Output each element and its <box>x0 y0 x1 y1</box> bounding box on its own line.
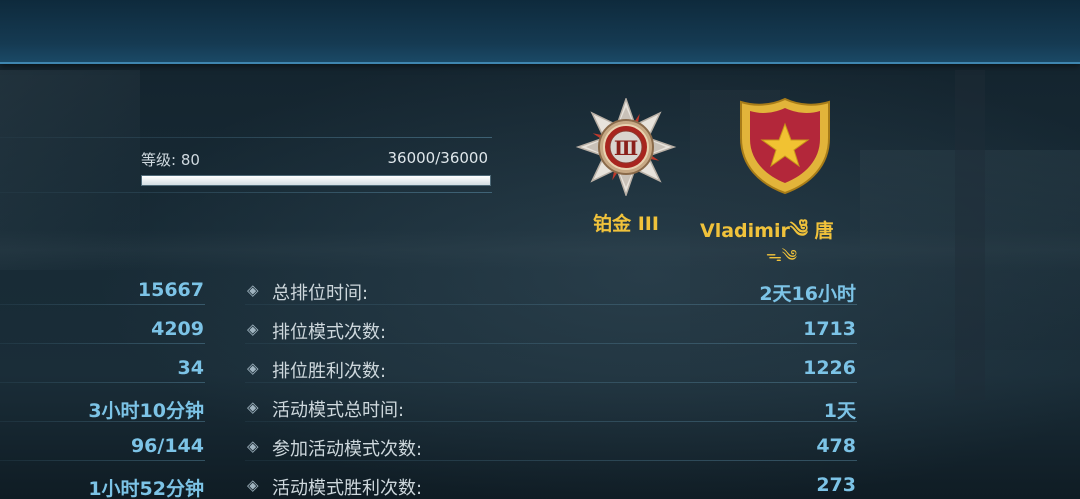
left-stat-value: 96/144 <box>130 435 204 457</box>
stat-divider <box>0 343 205 344</box>
diamond-bullet-icon: ◈ <box>247 320 259 338</box>
stat-label: 活动模式胜利次数: <box>272 478 423 499</box>
left-stat-value: 15667 <box>137 279 204 301</box>
stat-value: 2天16小时 <box>759 283 856 305</box>
stat-value: 478 <box>816 435 856 457</box>
stat-label: 参加活动模式次数: <box>272 439 423 460</box>
level-progress-fill <box>142 176 490 185</box>
rank-numeral: Ⅲ <box>614 136 638 160</box>
stat-label: 排位胜利次数: <box>272 361 387 382</box>
diamond-bullet-icon: ◈ <box>247 281 259 299</box>
left-stat-value: 4209 <box>151 318 204 340</box>
diamond-bullet-icon: ◈ <box>247 476 259 494</box>
level-progress-text: 36000/36000 <box>387 149 489 167</box>
background-glow-band <box>0 230 1080 270</box>
background-building <box>860 150 1080 350</box>
stat-divider <box>0 304 205 305</box>
player-name-decoration: ᯓ༄ <box>766 246 798 265</box>
stat-divider <box>0 382 205 383</box>
background-window-shape <box>0 70 140 270</box>
left-stat-value: 34 <box>177 357 204 379</box>
stat-label: 排位模式次数: <box>272 322 387 343</box>
platinum-rank-medal-icon[interactable]: Ⅲ <box>574 96 678 198</box>
stat-divider <box>0 460 205 461</box>
diamond-bullet-icon: ◈ <box>247 437 259 455</box>
stat-value: 1天 <box>823 400 856 422</box>
stat-value: 273 <box>816 474 856 496</box>
level-label: 等级: 80 <box>141 151 200 169</box>
level-progress-bar <box>141 175 491 186</box>
rank-medal-graphic: Ⅲ <box>575 96 677 198</box>
stat-value: 1713 <box>803 318 856 340</box>
stat-label: 活动模式总时间: <box>272 400 405 421</box>
stat-label: 总排位时间: <box>272 283 369 304</box>
rank-name: 铂金 III <box>593 213 659 235</box>
emblem-graphic <box>740 97 830 195</box>
diamond-bullet-icon: ◈ <box>247 359 259 377</box>
stat-value: 1226 <box>803 357 856 379</box>
top-header-bar <box>0 0 1080 64</box>
level-bottom-divider <box>0 192 492 193</box>
left-stat-value: 1小时52分钟 <box>88 478 204 499</box>
background-column <box>955 70 985 400</box>
profile-stats-screen: 等级: 80 36000/36000 Ⅲ 铂金 III Vladimir༄ᩚ 唐… <box>0 0 1080 499</box>
diamond-bullet-icon: ◈ <box>247 398 259 416</box>
level-top-divider <box>0 137 492 138</box>
left-stat-value: 3小时10分钟 <box>88 400 204 422</box>
red-shield-gold-star-icon[interactable] <box>738 96 832 196</box>
